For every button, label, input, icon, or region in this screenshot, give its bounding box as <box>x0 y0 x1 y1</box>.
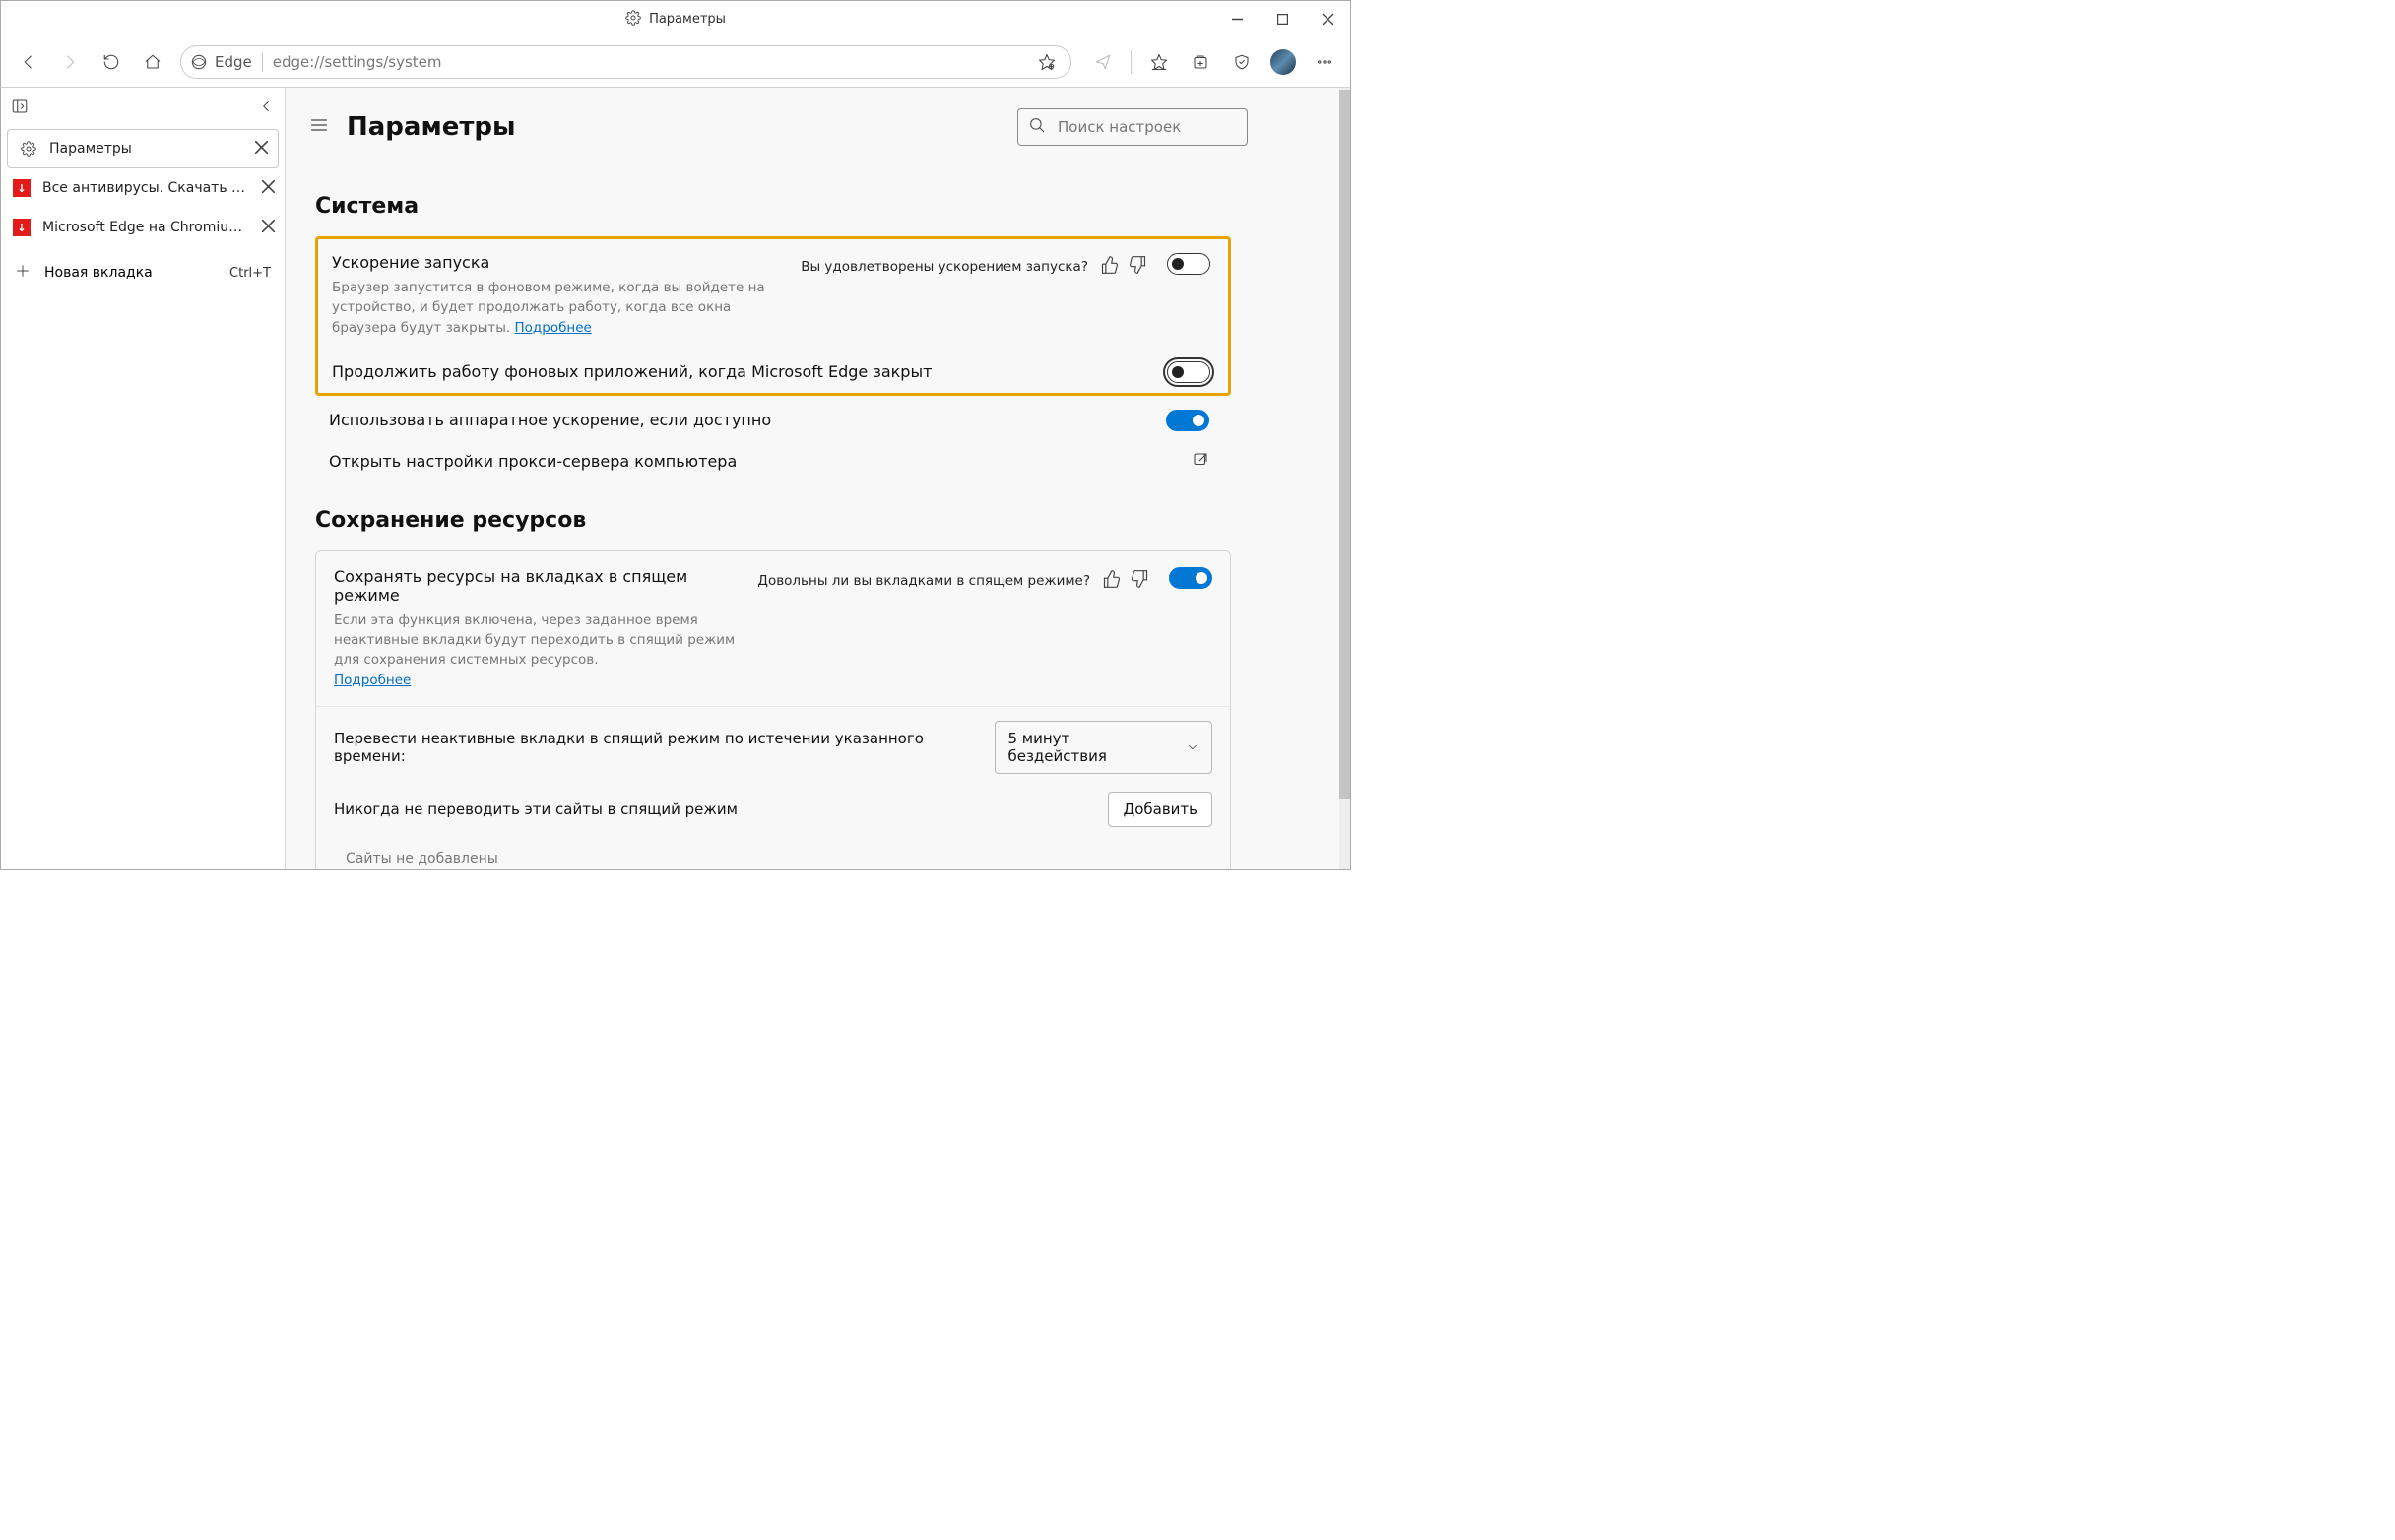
window-title: Параметры <box>649 12 726 27</box>
tab-label: Параметры <box>49 141 243 157</box>
thumbs-up-icon[interactable] <box>1102 569 1122 593</box>
sleep-timeout-dropdown[interactable]: 5 минут бездействия <box>995 721 1212 774</box>
new-tab-shortcut: Ctrl+T <box>229 266 271 281</box>
site-favicon-icon: ↓ <box>13 179 31 197</box>
tab-close-icon[interactable] <box>255 141 268 158</box>
add-site-button[interactable]: Добавить <box>1108 792 1212 827</box>
profile-avatar[interactable] <box>1265 42 1301 82</box>
sub-label: Перевести неактивные вкладки в спящий ре… <box>334 730 995 765</box>
gear-icon <box>625 10 641 30</box>
favorites-icon[interactable] <box>1141 42 1177 82</box>
settings-content: Параметры Поиск настроек Система Ускорен… <box>286 88 1350 869</box>
toggle-hardware-accel[interactable] <box>1166 410 1209 431</box>
setting-open-proxy[interactable]: Открыть настройки прокси-сервера компьют… <box>315 441 1231 482</box>
external-link-icon <box>1192 451 1209 473</box>
toggle-background-apps[interactable] <box>1167 361 1210 383</box>
window-close-button[interactable] <box>1305 1 1350 37</box>
settings-header: Параметры Поиск настроек <box>286 88 1350 166</box>
site-identity-badge[interactable]: Edge <box>191 53 252 71</box>
setting-title: Ускорение запуска <box>332 253 781 272</box>
nav-forward-button[interactable] <box>50 42 90 82</box>
setting-title: Открыть настройки прокси-сервера компьют… <box>329 452 1172 471</box>
learn-more-link[interactable]: Подробнее <box>515 320 592 336</box>
setting-sleeping-tabs: Сохранять ресурсы на вкладках в спящем р… <box>316 551 1230 706</box>
setting-never-sleep: Никогда не переводить эти сайты в спящий… <box>316 788 1230 841</box>
tab-close-icon[interactable] <box>262 180 275 197</box>
setting-startup-boost: Ускорение запуска Браузер запустится в ф… <box>318 239 1228 352</box>
setting-sleep-timeout: Перевести неактивные вкладки в спящий ре… <box>316 706 1230 788</box>
no-sites-message: Сайты не добавлены <box>316 841 1230 869</box>
nav-home-button[interactable] <box>133 42 172 82</box>
gear-icon <box>20 140 37 158</box>
feedback-prompt: Вы удовлетворены ускорением запуска? <box>801 259 1088 275</box>
chevron-down-icon <box>1186 740 1199 754</box>
new-tab-button[interactable]: Новая вкладка Ctrl+T <box>1 251 285 294</box>
toggle-startup-boost[interactable] <box>1167 253 1210 275</box>
extensions-shield-icon[interactable] <box>1224 42 1260 82</box>
plus-icon <box>15 263 31 283</box>
resources-card: Сохранять ресурсы на вкладках в спящем р… <box>315 550 1231 869</box>
search-icon <box>1028 116 1046 138</box>
site-identity-label: Edge <box>215 53 252 71</box>
highlighted-settings-group: Ускорение запуска Браузер запустится в ф… <box>315 236 1231 396</box>
search-placeholder: Поиск настроек <box>1058 118 1181 136</box>
vertical-tabs-sidebar: Параметры ↓ Все антивирусы. Скачать бесп… <box>1 88 286 869</box>
setting-description: Браузер запустится в фоновом режиме, ког… <box>332 278 781 338</box>
settings-search-input[interactable]: Поиск настроек <box>1017 108 1248 146</box>
dropdown-value: 5 минут бездействия <box>1007 730 1172 765</box>
addressbar-separator <box>262 52 263 72</box>
address-bar-url: edge://settings/system <box>273 53 1023 71</box>
setting-title: Использовать аппаратное ускорение, если … <box>329 411 1146 429</box>
site-favicon-icon: ↓ <box>13 219 31 236</box>
window-minimize-button[interactable] <box>1214 1 1260 37</box>
thumbs-up-icon[interactable] <box>1100 255 1120 279</box>
setting-hardware-accel: Использовать аппаратное ускорение, если … <box>315 400 1231 441</box>
collapse-sidebar-button[interactable] <box>257 97 275 119</box>
tab-antivirus[interactable]: ↓ Все антивирусы. Скачать беспл… <box>1 168 285 208</box>
feedback-prompt: Довольны ли вы вкладками в спящем режиме… <box>757 573 1090 589</box>
scrollbar-thumb[interactable] <box>1339 90 1350 799</box>
thumbs-down-icon[interactable] <box>1128 255 1147 279</box>
section-resources-heading: Сохранение ресурсов <box>315 508 1231 533</box>
section-system-heading: Система <box>315 194 1231 219</box>
thumbs-down-icon[interactable] <box>1130 569 1149 593</box>
setting-title: Продолжить работу фоновых приложений, ко… <box>332 362 1147 381</box>
tab-settings[interactable]: Параметры <box>7 129 279 168</box>
tab-close-icon[interactable] <box>262 220 275 236</box>
window-maximize-button[interactable] <box>1260 1 1305 37</box>
browser-toolbar: Edge edge://settings/system <box>0 37 1351 87</box>
favorite-star-icon[interactable] <box>1033 42 1061 82</box>
tab-edge-chromium[interactable]: ↓ Microsoft Edge на Chromium – H… <box>1 208 285 247</box>
send-icon[interactable] <box>1085 42 1121 82</box>
learn-more-link[interactable]: Подробнее <box>334 673 411 688</box>
sub-label: Никогда не переводить эти сайты в спящий… <box>334 801 738 818</box>
window-titlebar: Параметры <box>0 0 1351 37</box>
tab-label: Microsoft Edge на Chromium – H… <box>42 220 250 235</box>
collections-icon[interactable] <box>1183 42 1218 82</box>
setting-description: Если эта функция включена, через заданно… <box>334 610 738 690</box>
nav-reload-button[interactable] <box>92 42 131 82</box>
page-title: Параметры <box>347 112 516 142</box>
nav-back-button[interactable] <box>9 42 48 82</box>
setting-background-apps: Продолжить работу фоновых приложений, ко… <box>318 352 1228 393</box>
tab-label: Все антивирусы. Скачать беспл… <box>42 180 250 196</box>
toggle-sleeping-tabs[interactable] <box>1169 567 1212 589</box>
new-tab-label: Новая вкладка <box>44 265 153 281</box>
overflow-menu-button[interactable] <box>1307 42 1342 82</box>
hamburger-menu-icon[interactable] <box>309 115 329 139</box>
toolbar-separator <box>1131 50 1132 74</box>
address-bar[interactable]: Edge edge://settings/system <box>180 45 1071 79</box>
setting-title: Сохранять ресурсы на вкладках в спящем р… <box>334 567 738 605</box>
tab-actions-icon[interactable] <box>11 97 29 119</box>
